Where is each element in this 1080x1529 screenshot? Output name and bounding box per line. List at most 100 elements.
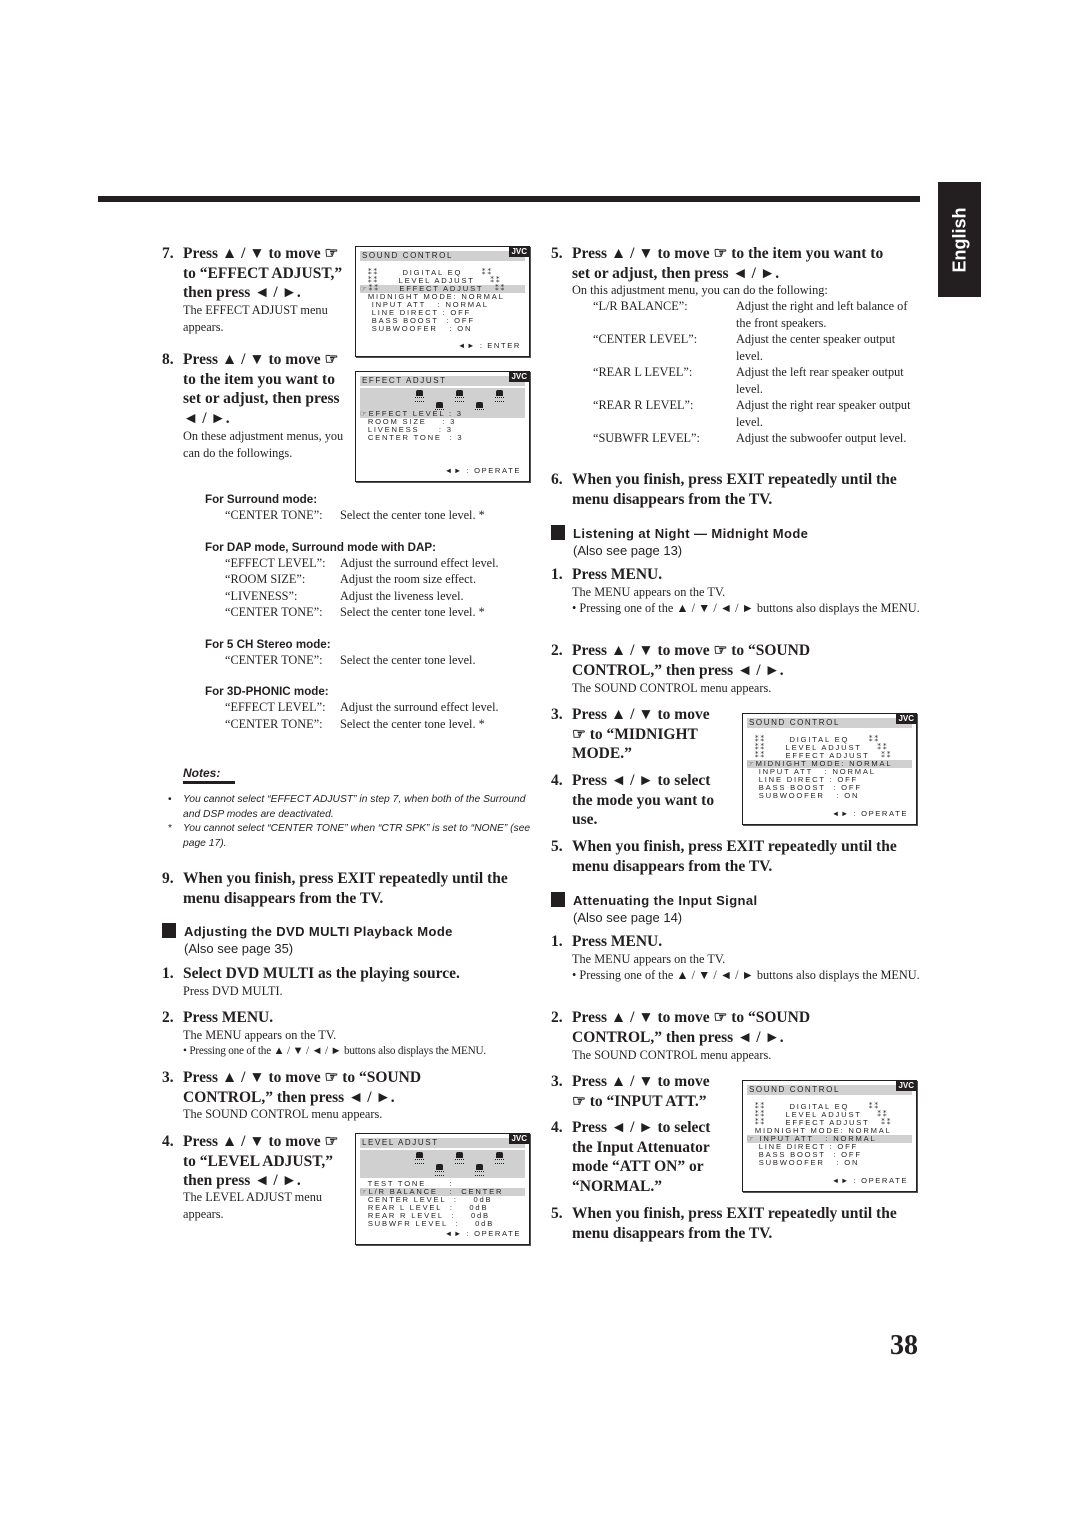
speaker-icon bbox=[415, 390, 424, 402]
midnight-step-2: 2. Press ▲ / ▼ to move ☞ to “SOUND CONTR… bbox=[551, 642, 811, 679]
att-step-4: 4. Press ◄ / ► to select the Input Atten… bbox=[551, 1119, 711, 1195]
definition-row: “CENTER TONE”: Select the center tone lev… bbox=[225, 652, 535, 669]
speaker-icon bbox=[435, 1164, 444, 1176]
section-title: Listening at Night — Midnight Mode bbox=[573, 526, 809, 541]
osd-title: LEVEL ADJUST bbox=[360, 1138, 525, 1148]
osd-title: SOUND CONTROL bbox=[360, 251, 525, 261]
section-marker-icon bbox=[162, 923, 176, 938]
midnight-step-1-bullet: • Pressing one of the ▲ / ▼ / ◄ / ► butt… bbox=[572, 601, 920, 615]
osd-title: EFFECT ADJUST bbox=[360, 376, 525, 386]
definition-term: “REAR R LEVEL”: bbox=[593, 398, 694, 412]
page-number: 38 bbox=[890, 1330, 918, 1361]
osd-effect-adjust: EFFECT ADJUST JVC ☞EFFECT LEVEL : 3 ROOM S… bbox=[355, 371, 530, 482]
osd-title: SOUND CONTROL bbox=[747, 1085, 912, 1095]
osd-footer: ◄► : ENTER bbox=[457, 341, 521, 350]
midnight-step-2-body: The SOUND CONTROL menu appears. bbox=[572, 681, 772, 695]
dvd-step-4: 4. Press ▲ / ▼ to move ☞ to “LEVEL ADJUS… bbox=[162, 1133, 339, 1189]
mode-list: For Surround mode: “CENTER TONE”: Select t… bbox=[205, 492, 535, 748]
definition-desc: Select the center tone level. * bbox=[340, 605, 485, 619]
definition-term: “CENTER TONE”: bbox=[225, 716, 323, 731]
speaker-icon bbox=[415, 1152, 424, 1164]
step-7: 7. Press ▲ / ▼ to move ☞ to “EFFECT ADJU… bbox=[162, 245, 343, 301]
osd-menu-item: SUBWOOFER : ON bbox=[747, 791, 860, 800]
definition-row: “CENTER TONE”: Select the center tone lev… bbox=[225, 716, 535, 733]
definition-row: “REAR L LEVEL”: Adjust the left rear spea… bbox=[593, 364, 923, 397]
step-8-body: On these adjustment menus, you can do th… bbox=[183, 429, 344, 460]
mode-heading: For 3D-PHONIC mode: bbox=[205, 685, 329, 698]
mode-group: For 5 CH Stereo mode: “CENTER TONE”: Selec… bbox=[205, 637, 535, 669]
definition-term: “ROOM SIZE”: bbox=[225, 572, 306, 586]
jvc-logo: JVC bbox=[509, 372, 529, 382]
definition-term: “CENTER TONE”: bbox=[225, 508, 323, 522]
att-step-1-body: The MENU appears on the TV. bbox=[572, 952, 726, 966]
jvc-logo: JVC bbox=[509, 1134, 529, 1144]
definition-row: “CENTER TONE”: Select the center tone lev… bbox=[225, 604, 535, 621]
dvd-step-4-body: The LEVEL ADJUST menu appears. bbox=[183, 1190, 323, 1221]
jvc-logo: JVC bbox=[509, 247, 529, 257]
osd-menu-item: SUBWOOFER : ON bbox=[360, 324, 473, 333]
dvd-step-2-body: The MENU appears on the TV. bbox=[183, 1028, 337, 1042]
definition-desc: Adjust the right rear speaker output lev… bbox=[736, 398, 911, 429]
definition-term: “CENTER TONE”: bbox=[225, 652, 323, 667]
language-tab: English bbox=[938, 182, 981, 297]
osd-sound-control-input-att: SOUND CONTROL JVC ⁑⁑ DIGITAL EQ ⁑⁑ ⁑⁑ LEV… bbox=[742, 1080, 917, 1192]
midnight-step-5: 5. When you finish, press EXIT repeatedl… bbox=[551, 838, 897, 875]
att-step-1: 1. Press MENU. bbox=[551, 933, 663, 950]
mode-heading: For Surround mode: bbox=[205, 493, 318, 506]
speaker-icon bbox=[495, 1152, 504, 1164]
midnight-step-3: 3. Press ▲ / ▼ to move ☞ to “MIDNIGHT MO… bbox=[551, 706, 710, 762]
speaker-icon bbox=[475, 1164, 484, 1176]
osd-level-adjust: LEVEL ADJUST JVC TEST TONE : ☞L/R BALANCE … bbox=[355, 1133, 530, 1245]
definition-row: “REAR R LEVEL”: Adjust the right rear spe… bbox=[593, 397, 923, 430]
level-step-6: 6. When you finish, press EXIT repeatedl… bbox=[551, 471, 897, 508]
section-title: Adjusting the DVD MULTI Playback Mode bbox=[184, 924, 453, 939]
speaker-diagram bbox=[360, 1150, 525, 1178]
definition-row: “EFFECT LEVEL”: Adjust the surround effec… bbox=[225, 699, 535, 716]
definition-desc: Select the center tone level. * bbox=[340, 716, 485, 731]
osd-footer: ◄► : OPERATE bbox=[831, 809, 908, 818]
definition-desc: Adjust the left rear speaker output leve… bbox=[736, 365, 904, 396]
section-subtitle: (Also see page 14) bbox=[573, 910, 683, 925]
definition-term: “EFFECT LEVEL”: bbox=[225, 700, 326, 714]
section-midnight-mode: Listening at Night — Midnight Mode (Also… bbox=[551, 525, 943, 559]
speaker-icon bbox=[495, 390, 504, 402]
definition-term: “EFFECT LEVEL”: bbox=[225, 555, 326, 570]
definition-row: “CENTER LEVEL”: Adjust the center speaker… bbox=[593, 331, 923, 364]
note-item: • You cannot select “EFFECT ADJUST” in st… bbox=[168, 794, 526, 820]
mode-group: For DAP mode, Surround mode with DAP: “EF… bbox=[205, 540, 535, 621]
section-subtitle: (Also see page 35) bbox=[184, 941, 294, 956]
osd-menu-item: CENTER TONE : 3 bbox=[360, 433, 464, 442]
speaker-icon bbox=[455, 390, 464, 402]
midnight-step-1: 1. Press MENU. bbox=[551, 566, 663, 583]
level-step-5-body: On this adjustment menu, you can do the … bbox=[572, 283, 828, 297]
osd-footer: ◄► : OPERATE bbox=[444, 466, 521, 475]
osd-footer: ◄► : OPERATE bbox=[444, 1229, 521, 1238]
osd-menu-item: SUBWFR LEVEL : 0dB bbox=[360, 1219, 495, 1228]
notes-title: Notes: bbox=[183, 766, 235, 784]
mode-heading: For 5 CH Stereo mode: bbox=[205, 637, 331, 651]
definition-desc: Adjust the subwoofer output level. bbox=[736, 431, 907, 445]
definition-desc: Adjust the surround effect level. bbox=[340, 555, 499, 570]
section-title: Attenuating the Input Signal bbox=[573, 893, 758, 908]
dvd-step-3: 3. Press ▲ / ▼ to move ☞ to “SOUND CONTR… bbox=[162, 1069, 422, 1106]
osd-sound-control-midnight: SOUND CONTROL JVC ⁑⁑ DIGITAL EQ ⁑⁑ ⁑⁑ LEV… bbox=[742, 713, 917, 825]
jvc-logo: JVC bbox=[896, 714, 916, 724]
att-step-2: 2. Press ▲ / ▼ to move ☞ to “SOUND CONTR… bbox=[551, 1009, 811, 1046]
definition-term: “LIVENESS”: bbox=[225, 588, 298, 603]
jvc-logo: JVC bbox=[896, 1081, 916, 1091]
definition-desc: Adjust the liveness level. bbox=[340, 588, 464, 603]
section-dvd-multi: Adjusting the DVD MULTI Playback Mode (A… bbox=[162, 923, 559, 957]
definition-row: “CENTER TONE”: Select the center tone lev… bbox=[225, 507, 535, 524]
dvd-step-3-body: The SOUND CONTROL menu appears. bbox=[183, 1107, 383, 1121]
dvd-step-1: 1. Select DVD MULTI as the playing sourc… bbox=[162, 965, 460, 982]
definition-desc: Adjust the center speaker output level. bbox=[736, 332, 896, 363]
osd-sound-control-effect: SOUND CONTROL JVC ⁑⁑ DIGITAL EQ ⁑⁑ ⁑⁑ LEV… bbox=[355, 246, 530, 357]
definition-term: “L/R BALANCE”: bbox=[593, 299, 688, 313]
mode-heading: For DAP mode, Surround mode with DAP: bbox=[205, 540, 437, 554]
header-rule bbox=[98, 196, 920, 202]
level-step-5: 5. Press ▲ / ▼ to move ☞ to the item you… bbox=[551, 245, 884, 282]
mode-group: For 3D-PHONIC mode: “EFFECT LEVEL”: Adjust… bbox=[205, 684, 535, 732]
definition-desc: Adjust the room size effect. bbox=[340, 572, 477, 586]
att-step-5: 5. When you finish, press EXIT repeatedl… bbox=[551, 1205, 897, 1242]
language-tab-label: English bbox=[949, 206, 969, 273]
